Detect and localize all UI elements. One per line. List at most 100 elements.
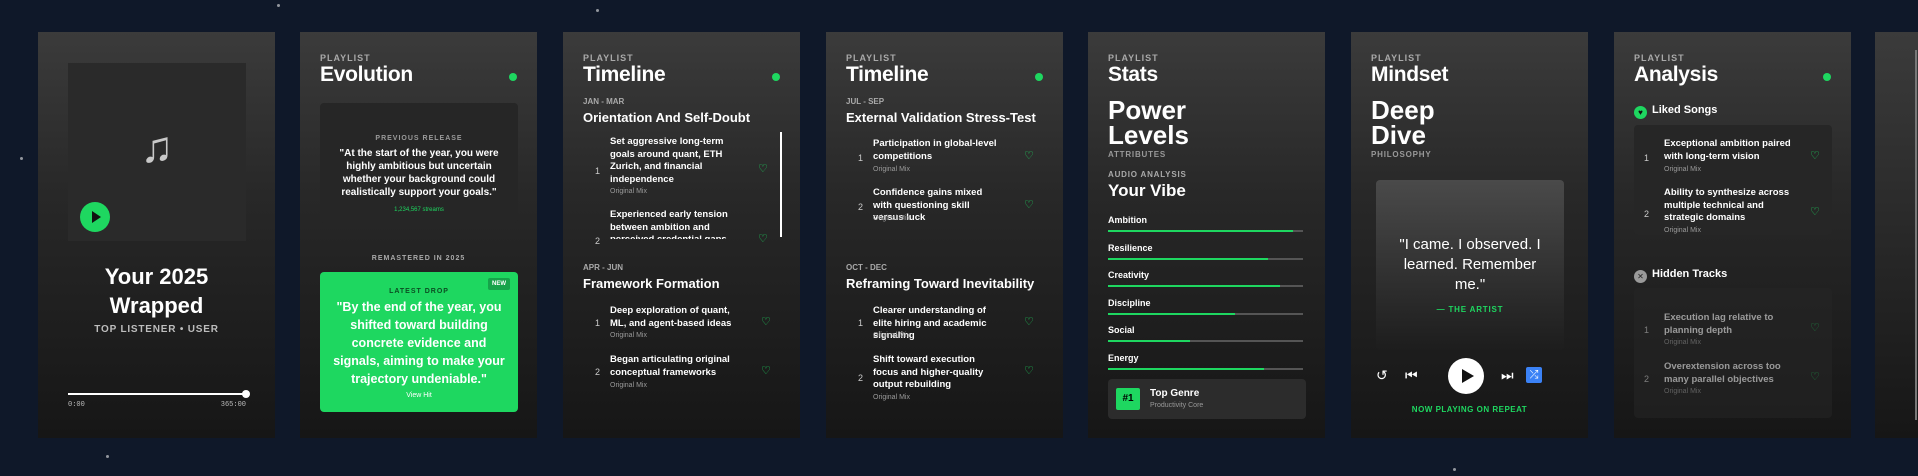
stat-bar-fill [1108, 367, 1264, 370]
track-subtitle: Original Mix [1664, 227, 1701, 234]
power-levels-title: Power Levels [1108, 95, 1189, 150]
stat-row: Discipline [1108, 298, 1303, 315]
top-genre-box[interactable]: #1 Top Genre Productivity Core [1108, 379, 1306, 419]
stat-bar-fill [1108, 312, 1235, 315]
track-title[interactable]: Ability to synthesize across multiple te… [1664, 187, 1794, 225]
stat-label: Social [1108, 325, 1135, 335]
card-kicker: PLAYLIST [320, 53, 371, 63]
stat-row: Energy [1108, 353, 1303, 370]
track-subtitle: Original Mix [1664, 166, 1701, 173]
previous-track-icon[interactable]: ⏮ [1405, 367, 1418, 384]
mindset-card[interactable]: PLAYLIST Mindset Deep Dive PHILOSOPHY "I… [1351, 32, 1588, 438]
heart-icon[interactable]: ♡ [1810, 370, 1820, 383]
heart-icon[interactable]: ♡ [1024, 315, 1034, 328]
track-title[interactable]: Began articulating original conceptual f… [610, 354, 738, 379]
heart-icon[interactable]: ♡ [1810, 321, 1820, 334]
track-title[interactable]: Deep exploration of quant, ML, and agent… [610, 305, 738, 330]
scrollbar[interactable] [1915, 50, 1917, 420]
heart-icon[interactable]: ♡ [758, 232, 768, 245]
era-title: Orientation And Self-Doubt [583, 110, 751, 125]
wrapped-card[interactable]: ♫ Your 2025 Wrapped TOP LISTENER • USER … [38, 32, 275, 438]
latest-drop-quote: "By the end of the year, you shifted tow… [333, 300, 505, 386]
genre-subtitle: Productivity Core [1150, 402, 1204, 409]
star-decoration [277, 4, 280, 7]
status-dot-icon [1035, 73, 1043, 81]
status-dot-icon [1823, 73, 1831, 81]
star-decoration [1453, 468, 1456, 471]
progress-bar[interactable] [68, 390, 250, 398]
genre-title: Top Genre [1150, 388, 1200, 399]
heart-icon[interactable]: ♡ [761, 315, 771, 328]
heart-icon[interactable]: ♡ [1810, 205, 1820, 218]
track-number: 1 [595, 318, 601, 328]
heart-icon[interactable]: ♡ [1024, 198, 1034, 211]
stat-label: Discipline [1108, 297, 1151, 308]
card-title: Analysis [1634, 63, 1718, 86]
progress-knob[interactable] [242, 390, 250, 398]
track-number: 2 [1644, 209, 1650, 219]
stat-label: Energy [1108, 352, 1139, 363]
deep-dive-title: Deep Dive [1371, 95, 1435, 150]
stat-bar-fill [1108, 285, 1280, 287]
repeat-icon[interactable]: ↺ [1376, 367, 1388, 384]
track-title[interactable]: Shift toward execution focus and higher-… [873, 354, 1001, 392]
shuffle-icon[interactable]: ⤮ [1526, 367, 1542, 383]
era-title: Framework Formation [583, 276, 720, 291]
track-number: 2 [1644, 374, 1650, 384]
track-subtitle: Original Mix [873, 215, 910, 222]
timeline-card-2[interactable]: PLAYLIST Timeline JUL - SEP External Val… [826, 32, 1063, 438]
track-number: 1 [858, 318, 864, 328]
track-title[interactable]: Participation in global-level competitio… [873, 138, 1001, 163]
heart-icon[interactable]: ♡ [761, 364, 771, 377]
next-track-icon[interactable]: ⏭ [1501, 367, 1514, 384]
play-button[interactable] [80, 202, 110, 232]
track-number: 2 [595, 367, 601, 377]
heart-icon[interactable]: ♡ [1810, 149, 1820, 162]
quote-box: "I came. I observed. I learned. Remember… [1376, 180, 1564, 350]
track-subtitle: Original Mix [873, 332, 910, 339]
timeline-card-1[interactable]: PLAYLIST Timeline JAN - MAR Orientation … [563, 32, 800, 438]
track-title[interactable]: Overextension across too many parallel o… [1664, 361, 1794, 386]
wrapped-title: Your 2025 Wrapped [104, 264, 209, 318]
quote-attribution: — THE ARTIST [1436, 305, 1504, 314]
liked-songs-header: ♥ Liked Songs [1634, 104, 1717, 119]
hidden-tracks-list: 1 Execution lag relative to planning dep… [1634, 288, 1832, 418]
era-label: APR - JUN [583, 263, 624, 272]
stat-bar [1108, 367, 1303, 370]
track-title[interactable]: Execution lag relative to planning depth [1664, 312, 1794, 337]
card-title: Evolution [320, 63, 413, 86]
your-vibe-title: Your Vibe [1108, 181, 1186, 200]
track-subtitle: Original Mix [1664, 388, 1701, 395]
card-title: Mindset [1371, 63, 1449, 86]
card-title: Timeline [846, 63, 929, 86]
stat-bar-fill [1108, 257, 1268, 260]
view-hit-link[interactable]: View Hit [320, 392, 518, 399]
next-card-peek[interactable] [1875, 32, 1918, 438]
track-subtitle: Original Mix [610, 382, 647, 389]
track-title[interactable]: Set aggressive long-term goals around qu… [610, 136, 738, 186]
stats-card[interactable]: PLAYLIST Stats Power Levels ATTRIBUTES A… [1088, 32, 1325, 438]
track-title[interactable]: Exceptional ambition paired with long-te… [1664, 138, 1794, 163]
card-kicker: PLAYLIST [846, 53, 897, 63]
heart-icon[interactable]: ♡ [1024, 364, 1034, 377]
genre-rank-badge: #1 [1116, 388, 1140, 410]
wrapped-subtitle: TOP LISTENER • USER [94, 324, 219, 335]
scrollbar[interactable] [780, 132, 782, 237]
prev-streams: 1,234,567 streams [394, 207, 444, 213]
latest-drop-box: NEW LATEST DROP "By the end of the year,… [320, 272, 518, 412]
star-decoration [20, 157, 23, 160]
track-number: 1 [1644, 325, 1650, 335]
track-subtitle: Original Mix [610, 332, 647, 339]
heart-icon[interactable]: ♡ [758, 162, 768, 175]
liked-songs-list: 1 Exceptional ambition paired with long-… [1634, 125, 1832, 235]
card-kicker: PLAYLIST [1108, 53, 1159, 63]
stat-bar [1108, 230, 1303, 232]
analysis-card[interactable]: PLAYLIST Analysis ♥ Liked Songs 1 Excepti… [1614, 32, 1851, 438]
track-number: 2 [858, 202, 864, 212]
audio-analysis-label: AUDIO ANALYSIS [1108, 170, 1187, 179]
evolution-card[interactable]: PLAYLIST Evolution PREVIOUS RELEASE "At … [300, 32, 537, 438]
heart-icon[interactable]: ♡ [1024, 149, 1034, 162]
track-title[interactable]: Experienced early tension between ambiti… [610, 209, 738, 239]
play-button[interactable] [1448, 358, 1484, 394]
stat-row: Social [1108, 325, 1303, 342]
